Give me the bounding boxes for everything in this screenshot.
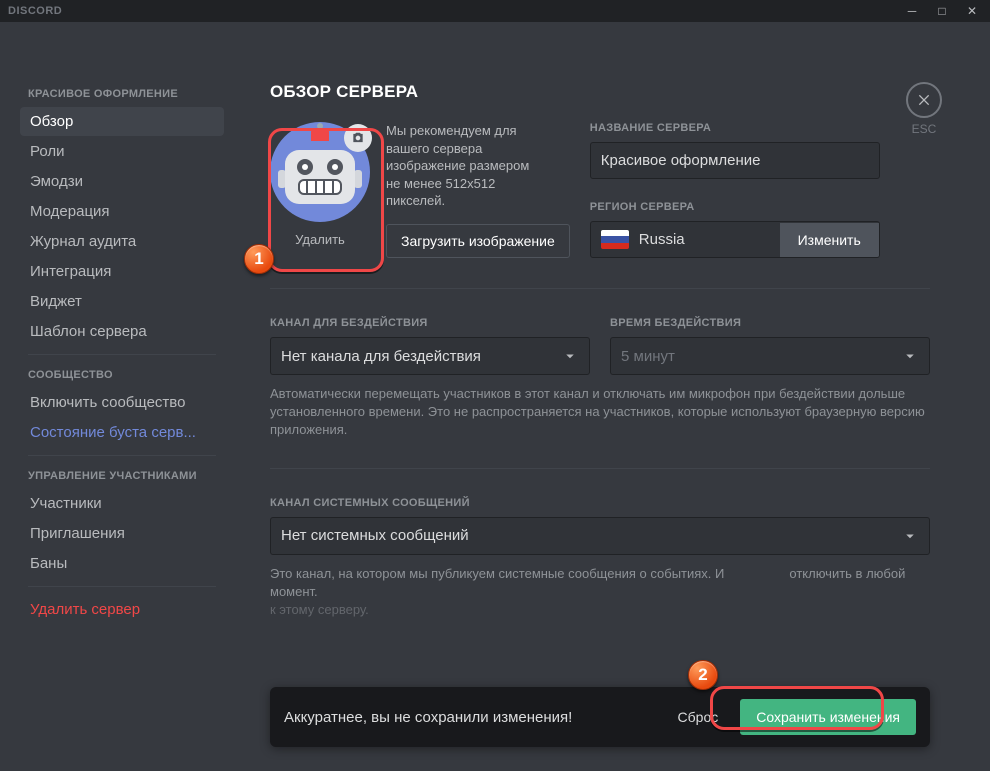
sidebar-item-template[interactable]: Шаблон сервера [20, 317, 224, 346]
unsaved-changes-bar: Аккуратнее, вы не сохранили изменения! С… [270, 687, 930, 747]
afk-channel-label: КАНАЛ ДЛЯ БЕЗДЕЙСТВИЯ [270, 317, 590, 329]
upload-image-icon[interactable] [344, 124, 372, 152]
page-title: ОБЗОР СЕРВЕРА [270, 82, 930, 102]
sidebar-item-boost-status[interactable]: Состояние буста серв... [20, 418, 224, 447]
remove-avatar-link[interactable]: Удалить [295, 232, 345, 247]
sidebar-item-members[interactable]: Участники [20, 489, 224, 518]
system-channel-select[interactable]: Нет системных сообщений [270, 517, 930, 555]
server-region-value: Russia [591, 222, 780, 257]
system-channel-label: КАНАЛ СИСТЕМНЫХ СООБЩЕНИЙ [270, 497, 930, 509]
save-changes-button[interactable]: Сохранить изменения [740, 699, 916, 735]
afk-channel-select[interactable]: Нет канала для бездействия [270, 337, 590, 375]
region-name-text: Russia [639, 231, 685, 248]
settings-sidebar: КРАСИВОЕ ОФОРМЛЕНИЕ Обзор Роли Эмодзи Мо… [0, 22, 230, 771]
change-region-button[interactable]: Изменить [780, 223, 879, 257]
sidebar-item-moderation[interactable]: Модерация [20, 197, 224, 226]
minimize-button[interactable]: ─ [898, 0, 926, 22]
sidebar-item-widget[interactable]: Виджет [20, 287, 224, 316]
upload-image-button[interactable]: Загрузить изображение [386, 224, 570, 258]
app-window: DISCORD ─ □ ✕ КРАСИВОЕ ОФОРМЛЕНИЕ Обзор … [0, 0, 990, 771]
sidebar-section-members: УПРАВЛЕНИЕ УЧАСТНИКАМИ [20, 464, 224, 488]
window-controls: ─ □ ✕ [898, 0, 986, 22]
server-region-label: РЕГИОН СЕРВЕРА [590, 201, 880, 213]
sidebar-item-overview[interactable]: Обзор [20, 107, 224, 136]
esc-label: ESC [906, 122, 942, 136]
sidebar-divider [28, 586, 216, 587]
system-channel-help-text: Это канал, на котором мы публикуем систе… [270, 565, 930, 620]
server-name-label: НАЗВАНИЕ СЕРВЕРА [590, 122, 880, 134]
afk-help-text: Автоматически перемещать участников в эт… [270, 385, 930, 440]
sidebar-item-bans[interactable]: Баны [20, 549, 224, 578]
avatar-recommendation-text: Мы рекомендуем для вашего сервера изобра… [386, 122, 546, 210]
afk-timeout-select[interactable]: 5 минут [610, 337, 930, 375]
reset-button[interactable]: Сброс [678, 709, 719, 725]
annotation-badge-2: 2 [688, 660, 718, 690]
sidebar-item-integrations[interactable]: Интеграция [20, 257, 224, 286]
sidebar-section-server: КРАСИВОЕ ОФОРМЛЕНИЕ [20, 82, 224, 106]
close-button[interactable]: ✕ [958, 0, 986, 22]
sidebar-item-audit-log[interactable]: Журнал аудита [20, 227, 224, 256]
afk-timeout-value: 5 минут [621, 348, 675, 365]
sidebar-item-delete-server[interactable]: Удалить сервер [20, 595, 224, 624]
sidebar-divider [28, 354, 216, 355]
server-name-input[interactable] [590, 142, 880, 179]
afk-channel-value: Нет канала для бездействия [281, 348, 481, 365]
divider [270, 288, 930, 289]
titlebar: DISCORD ─ □ ✕ [0, 0, 990, 22]
close-settings-button[interactable]: ESC [906, 82, 942, 136]
maximize-button[interactable]: □ [928, 0, 956, 22]
sidebar-item-roles[interactable]: Роли [20, 137, 224, 166]
system-channel-value: Нет системных сообщений [281, 527, 469, 544]
afk-timeout-label: ВРЕМЯ БЕЗДЕЙСТВИЯ [610, 317, 930, 329]
chevron-down-icon [901, 347, 919, 365]
sidebar-divider [28, 455, 216, 456]
flag-russia-icon [601, 230, 629, 249]
close-icon [916, 92, 932, 108]
chevron-down-icon [561, 347, 579, 365]
sidebar-item-emoji[interactable]: Эмодзи [20, 167, 224, 196]
sidebar-item-enable-community[interactable]: Включить сообщество [20, 388, 224, 417]
sidebar-item-invites[interactable]: Приглашения [20, 519, 224, 548]
unsaved-changes-message: Аккуратнее, вы не сохранили изменения! [284, 709, 664, 726]
chevron-down-icon [901, 527, 919, 545]
sidebar-section-community: СООБЩЕСТВО [20, 363, 224, 387]
annotation-badge-1: 1 [244, 244, 274, 274]
divider [270, 468, 930, 469]
titlebar-brand: DISCORD [8, 5, 62, 17]
